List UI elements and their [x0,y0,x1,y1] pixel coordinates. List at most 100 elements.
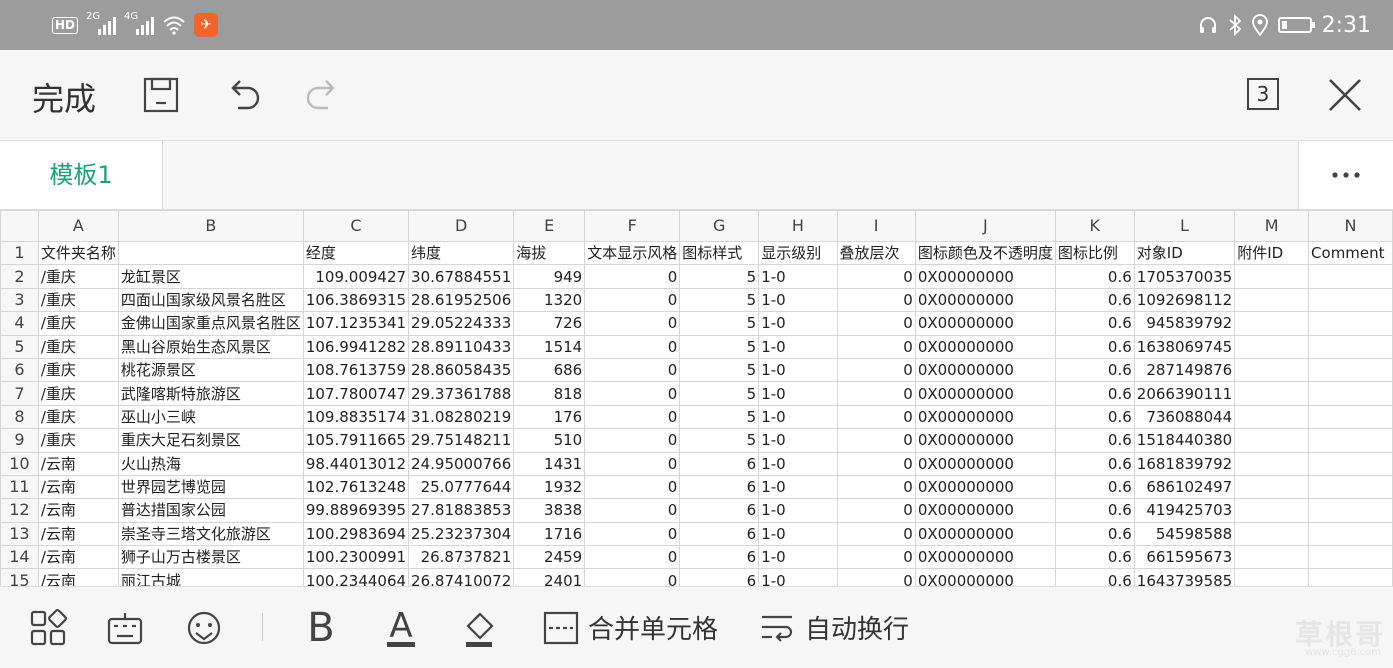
cell[interactable]: 0X00000000 [914,498,1056,523]
cell[interactable]: 0.6 [1054,287,1135,313]
cell[interactable]: 图标颜色及不透明度 [914,240,1056,266]
cell[interactable]: 2066390111 [1133,381,1236,406]
cell[interactable]: 0X00000000 [914,404,1056,430]
cell[interactable]: 25.23237304 [408,521,515,547]
cell[interactable]: 109.8835174 [302,404,410,430]
cell[interactable]: /云南 [37,474,119,500]
cell[interactable]: 24.95000766 [408,451,515,476]
cell[interactable]: 1-0 [758,545,838,570]
tab-sheet-1[interactable]: 模板1 [0,141,163,209]
cell[interactable]: 0 [584,451,681,476]
cell[interactable]: 1-0 [758,568,838,586]
cell[interactable]: /重庆 [37,264,119,289]
cell[interactable]: 0X00000000 [914,334,1056,359]
cell[interactable] [1234,568,1310,586]
cell[interactable]: 龙缸景区 [117,264,304,289]
cell[interactable] [1308,545,1393,570]
bold-button[interactable]: B [300,605,342,651]
row-header[interactable]: 11 [0,474,39,500]
cell[interactable]: 106.3869315 [302,287,410,313]
cell[interactable]: 1-0 [758,404,838,430]
column-header-n[interactable]: N [1308,210,1393,242]
cell[interactable] [1234,451,1310,476]
cell[interactable]: 106.9941282 [302,334,410,359]
cell[interactable]: 0 [836,568,916,586]
cell[interactable]: 0 [584,568,681,586]
cell[interactable]: 287149876 [1133,357,1236,383]
cell[interactable]: 0X00000000 [914,521,1056,547]
cell[interactable]: 0X00000000 [914,381,1056,406]
cell[interactable]: 火山热海 [117,451,304,476]
cell[interactable]: 661595673 [1133,545,1236,570]
cell[interactable]: 对象ID [1133,240,1236,266]
cell[interactable]: 0X00000000 [914,428,1056,453]
cell[interactable]: 0 [584,264,681,289]
cell[interactable]: 0 [836,311,916,336]
cell[interactable]: Comment [1308,240,1393,266]
cell[interactable]: 0 [584,428,681,453]
cell[interactable] [1308,451,1393,476]
cell[interactable]: 0 [584,545,681,570]
cell[interactable]: 0 [584,474,681,500]
column-header-a[interactable]: A [37,210,119,242]
merge-cells-button[interactable] [540,607,582,649]
cell[interactable]: 0.6 [1054,404,1135,430]
cell[interactable]: 0 [836,264,916,289]
cell[interactable]: 26.87410072 [408,568,515,586]
cell[interactable] [1308,357,1393,383]
cell[interactable]: 26.8737821 [408,545,515,570]
cell[interactable]: 0.6 [1054,428,1135,453]
cell[interactable]: 文本显示风格 [584,240,681,266]
cell[interactable]: 54598588 [1133,521,1236,547]
cell[interactable]: 0 [836,357,916,383]
cell[interactable]: /云南 [37,498,119,523]
cell[interactable]: 普达措国家公园 [117,498,304,523]
cell[interactable] [1234,381,1310,406]
cell[interactable]: 686102497 [1133,474,1236,500]
fill-color-button[interactable] [458,607,500,649]
cell[interactable]: /重庆 [37,287,119,313]
cell[interactable]: 0 [836,474,916,500]
cell[interactable]: 0.6 [1054,357,1135,383]
cell[interactable]: 显示级别 [758,240,838,266]
row-header[interactable]: 7 [0,381,39,406]
cell[interactable] [1234,357,1310,383]
spreadsheet-grid[interactable]: ABCDEFGHIJKLMN 1 文件夹名称 经度 纬度 海拔 文本显示风格 图标样式 显示级… [0,210,1393,586]
cell[interactable]: 1431 [513,451,586,476]
merge-cells-label[interactable]: 合并单元格 [588,609,718,646]
wrap-text-button[interactable] [756,607,798,649]
cell[interactable]: 0X00000000 [914,357,1056,383]
cell[interactable]: 0 [584,381,681,406]
cell[interactable]: 0 [836,545,916,570]
cell[interactable]: 5 [679,311,760,336]
cell[interactable]: 109.009427 [302,264,410,289]
cell[interactable]: /云南 [37,545,119,570]
cell[interactable]: 1932 [513,474,586,500]
cell[interactable]: 1-0 [758,474,838,500]
column-header-b[interactable]: B [117,210,304,242]
cell[interactable]: 100.2983694 [302,521,410,547]
cell[interactable]: 105.7911665 [302,428,410,453]
redo-button[interactable] [300,72,346,118]
done-button[interactable]: 完成 [32,74,96,120]
corner-cell[interactable] [0,210,39,242]
cell[interactable]: 0X00000000 [914,264,1056,289]
cell[interactable] [1308,428,1393,453]
row-header[interactable]: 9 [0,428,39,453]
cell[interactable]: 5 [679,357,760,383]
cell[interactable]: 0X00000000 [914,545,1056,570]
cell[interactable]: 1514 [513,334,586,359]
cell[interactable]: 武隆喀斯特旅游区 [117,381,304,406]
cell[interactable]: 0X00000000 [914,568,1056,586]
cell[interactable]: 0X00000000 [914,287,1056,313]
cell[interactable]: 100.2300991 [302,545,410,570]
cell[interactable]: /重庆 [37,404,119,430]
cell[interactable] [1308,264,1393,289]
cell[interactable]: 1-0 [758,334,838,359]
cell[interactable]: 0.6 [1054,381,1135,406]
column-header-g[interactable]: G [679,210,760,242]
cell[interactable]: 0.6 [1054,498,1135,523]
cell[interactable]: 0 [836,521,916,547]
cell[interactable]: 30.67884551 [408,264,515,289]
cell[interactable]: /重庆 [37,428,119,453]
